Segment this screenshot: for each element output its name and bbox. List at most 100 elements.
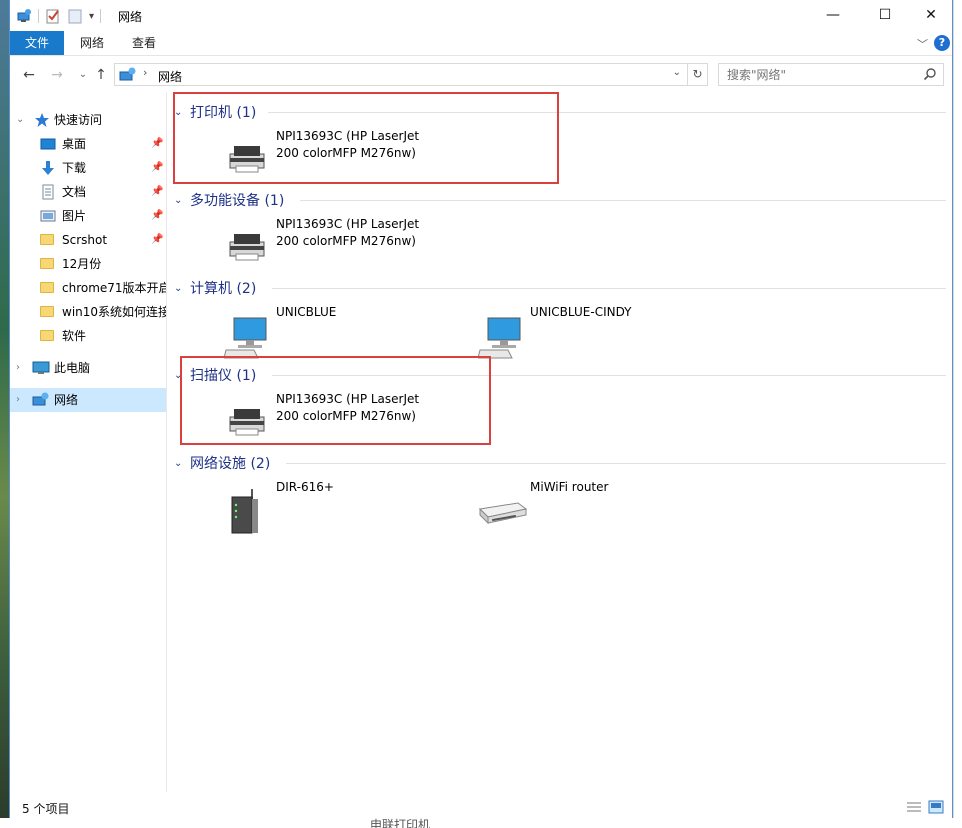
printer-icon [224,226,270,266]
up-button[interactable]: ↑ [90,64,112,86]
collapse-chevron-icon[interactable]: ⌄ [174,283,188,294]
folder-icon [40,304,56,320]
help-button[interactable]: ? [934,35,950,51]
background-window-right [953,0,962,828]
sidebar-item-label: 下载 [62,161,87,175]
group-header[interactable]: ⌄ 计算机 (2) [174,277,256,299]
address-dropdown-icon[interactable]: ⌄ [673,67,681,78]
device-item[interactable]: UNICBLUE [223,304,424,359]
collapse-chevron-icon[interactable]: ⌄ [16,108,24,132]
tab-file[interactable]: 文件 [10,31,64,55]
collapse-chevron-icon[interactable]: ⌄ [174,195,188,206]
router-flat-icon [478,489,528,529]
sidebar-item-scrshot[interactable]: Scrshot 📌 [10,228,166,252]
details-view-icon[interactable] [906,800,922,817]
file-explorer-window: ▾ 网络 — ☐ ✕ 文件 网络 查看 ﹀ ? ← → ⌄ ↑ › 网络 ⌄ ↻ [9,0,953,818]
group-title: 网络设施 (2) [190,456,271,472]
sidebar-item-label: 图片 [62,209,87,223]
back-button[interactable]: ← [18,64,40,86]
maximize-button[interactable]: ☐ [862,0,908,30]
desktop-icon [40,136,56,152]
sidebar-item-downloads[interactable]: 下载 📌 [10,156,166,180]
tab-view[interactable]: 查看 [118,31,170,55]
new-folder-icon[interactable] [67,8,83,24]
expand-chevron-icon[interactable]: › [16,356,20,380]
expand-ribbon-icon[interactable]: ﹀ [917,36,928,52]
item-count: 5 个项目 [22,802,70,816]
group-title: 多功能设备 (1) [190,193,285,209]
sidebar-item-quick-access[interactable]: ⌄ 快速访问 [10,108,166,132]
sidebar-item-label: 12月份 [62,257,102,271]
refresh-button[interactable]: ↻ [688,63,708,86]
navigation-pane: ⌄ 快速访问 桌面 📌 下载 📌 文档 📌 图片 📌 Scrshot 📌 12月… [10,92,166,792]
device-name: DIR-616+ [276,480,334,494]
breadcrumb-separator-icon[interactable]: › [143,66,147,79]
window-title: 网络 [118,10,143,24]
separator [38,9,39,23]
search-icon[interactable] [923,67,937,84]
content-area: ⌄ 打印机 (1) NPI13693C (HP LaserJet 200 colo… [168,92,952,792]
folder-icon [40,280,56,296]
breadcrumb-network[interactable]: 网络 [158,68,182,85]
device-name: UNICBLUE-CINDY [530,305,632,319]
customize-qat-dropdown-icon[interactable]: ▾ [89,11,94,22]
background-window-bottom: 申联打印机 [0,818,962,828]
pin-icon: 📌 [151,210,164,221]
router-tower-icon [224,489,270,534]
minimize-button[interactable]: — [810,0,856,30]
navigation-bar: ← → ⌄ ↑ › 网络 ⌄ ↻ [10,60,952,90]
quick-access-toolbar: ▾ [16,7,102,25]
network-icon [119,67,137,86]
device-item[interactable]: NPI13693C (HP LaserJet 200 colorMFP M276n… [224,216,424,266]
folder-icon [40,256,56,272]
computer-monitor-icon [477,314,524,359]
address-bar[interactable]: › 网络 ⌄ [114,63,688,86]
group-header[interactable]: ⌄ 网络设施 (2) [174,452,270,474]
sidebar-item-desktop[interactable]: 桌面 📌 [10,132,166,156]
large-icons-view-icon[interactable] [928,800,944,817]
separator [100,9,102,23]
sidebar-item-label: 快速访问 [54,113,103,127]
pin-icon: 📌 [151,234,164,245]
device-item[interactable]: DIR-616+ [224,479,424,534]
properties-icon[interactable] [45,8,61,24]
sidebar-item-network[interactable]: › 网络 [10,388,166,412]
sidebar-item-win10[interactable]: win10系统如何连接 [10,300,166,324]
search-box[interactable] [718,63,944,86]
sidebar-item-pictures[interactable]: 图片 📌 [10,204,166,228]
sidebar-item-label: 文档 [62,185,87,199]
highlight-box [180,356,491,445]
close-button[interactable]: ✕ [908,0,954,30]
sidebar-item-label: 网络 [54,393,79,407]
device-name: MiWiFi router [530,480,609,494]
group-divider [286,463,946,464]
sidebar-item-documents[interactable]: 文档 📌 [10,180,166,204]
device-item[interactable]: UNICBLUE-CINDY [477,304,678,359]
pin-icon: 📌 [151,186,164,197]
pane-divider[interactable] [166,92,167,792]
device-item[interactable]: MiWiFi router [478,479,678,529]
sidebar-item-label: 桌面 [62,137,87,151]
sidebar-item-software[interactable]: 软件 [10,324,166,348]
collapse-chevron-icon[interactable]: ⌄ [174,458,188,469]
forward-button[interactable]: → [46,64,68,86]
download-icon [40,160,56,176]
sidebar-item-label: Scrshot [62,233,108,247]
title-bar: ▾ 网络 — ☐ ✕ [10,0,952,32]
expand-chevron-icon[interactable]: › [16,388,20,412]
document-icon [40,184,56,200]
sidebar-item-chrome71[interactable]: chrome71版本开启 [10,276,166,300]
sidebar-item-label: win10系统如何连接 [62,305,166,319]
star-icon [34,112,50,128]
sidebar-item-december[interactable]: 12月份 [10,252,166,276]
group-divider [300,200,946,201]
group-header[interactable]: ⌄ 多功能设备 (1) [174,189,284,211]
tab-network[interactable]: 网络 [66,31,118,55]
device-name: UNICBLUE [276,305,337,319]
device-name: NPI13693C (HP LaserJet 200 colorMFP M276n… [276,217,420,248]
network-icon [32,392,49,408]
status-bar: 5 个项目 [10,796,952,818]
search-input[interactable] [719,64,909,85]
sidebar-item-label: 软件 [62,329,87,343]
sidebar-item-this-pc[interactable]: › 此电脑 [10,356,166,380]
